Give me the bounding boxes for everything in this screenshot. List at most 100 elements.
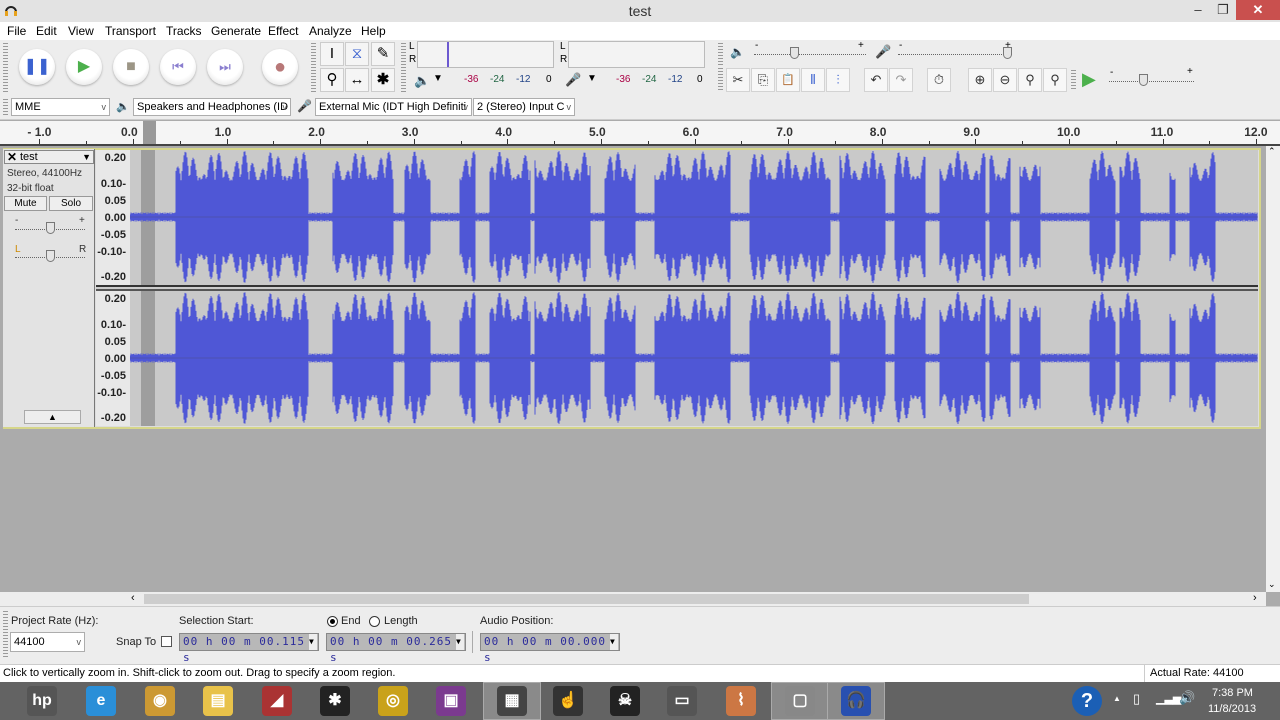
undo-button[interactable]: ↶: [864, 68, 888, 92]
multi-tool[interactable]: ✱: [371, 68, 395, 92]
slider-thumb[interactable]: [45, 250, 55, 262]
sync-lock-button[interactable]: ⏱: [927, 68, 951, 92]
scroll-right-icon[interactable]: ›: [1253, 592, 1257, 604]
track-menu-dropdown-icon[interactable]: ▼: [82, 152, 91, 162]
redo-button[interactable]: ↷: [889, 68, 913, 92]
zoom-tool[interactable]: ⚲: [320, 68, 344, 92]
toolbar-grip[interactable]: [3, 43, 8, 93]
vertical-ruler-right[interactable]: 0.20 0.10- 0.05 0.00 -0.05 -0.10- -0.20: [96, 291, 130, 426]
menu-effect[interactable]: Effect: [268, 24, 298, 38]
toolbar-grip[interactable]: [401, 43, 406, 93]
taskbar-hp-icon[interactable]: hp: [27, 686, 57, 716]
selection-end-field[interactable]: 00 h 00 m 00.265 s ▼: [326, 633, 466, 664]
trim-outside-button[interactable]: ✂: [726, 68, 750, 92]
battery-icon[interactable]: ▯: [1133, 691, 1140, 707]
project-rate-select[interactable]: 44100 v: [10, 632, 85, 652]
trim-audio-button[interactable]: ⫴: [801, 68, 825, 92]
toolbar-grip[interactable]: [3, 611, 8, 659]
vertical-ruler-left[interactable]: 0.20 0.10- 0.05 0.00 -0.05 -0.10- -0.20: [96, 150, 130, 285]
toolbar-grip[interactable]: [718, 68, 723, 90]
toolbar-grip[interactable]: [311, 43, 316, 93]
menu-tracks[interactable]: Tracks: [166, 24, 202, 38]
pause-button[interactable]: ❚❚: [19, 49, 55, 85]
taskbar-app-5-icon[interactable]: ◢: [262, 686, 292, 716]
end-radio[interactable]: [327, 616, 338, 627]
play-button[interactable]: ▶: [66, 49, 102, 85]
horizontal-scroll-thumb[interactable]: [144, 594, 1029, 604]
close-track-icon[interactable]: ✕: [7, 150, 17, 164]
taskbar-app-7-icon[interactable]: ◎: [378, 686, 408, 716]
fit-selection-button[interactable]: ⚲: [1018, 68, 1042, 92]
solo-button[interactable]: Solo: [49, 196, 93, 211]
minimize-button[interactable]: –: [1185, 0, 1211, 20]
tray-expand-icon[interactable]: ▲: [1113, 694, 1121, 703]
network-signal-icon[interactable]: ▁▃▅: [1156, 692, 1181, 705]
track-name-menu[interactable]: test: [20, 151, 38, 163]
input-channels-select[interactable]: 2 (Stereo) Input Cv: [473, 98, 575, 116]
chevron-down-icon[interactable]: ▼: [456, 634, 464, 650]
fit-project-button[interactable]: ⚲: [1043, 68, 1067, 92]
slider-thumb[interactable]: [1003, 47, 1012, 59]
audio-host-select[interactable]: MME v: [11, 98, 110, 116]
waveform-left-channel[interactable]: [130, 150, 1258, 285]
record-button[interactable]: ●: [262, 49, 298, 85]
scroll-left-icon[interactable]: ‹: [131, 592, 135, 604]
slider-thumb[interactable]: [790, 47, 800, 59]
gain-slider[interactable]: [15, 222, 85, 234]
input-device-select[interactable]: External Mic (IDT High Definiti v: [315, 98, 472, 116]
menu-edit[interactable]: Edit: [36, 24, 57, 38]
volume-icon[interactable]: 🔊: [1179, 690, 1195, 706]
menu-file[interactable]: File: [7, 24, 26, 38]
clock-time[interactable]: 7:38 PM: [1212, 687, 1253, 699]
output-device-select[interactable]: Speakers and Headphones (ID v: [133, 98, 291, 116]
taskbar-internet-explorer-icon[interactable]: e: [86, 686, 116, 716]
toolbar-grip[interactable]: [718, 43, 723, 65]
waveform-right-channel[interactable]: [130, 291, 1258, 426]
audio-position-field[interactable]: 00 h 00 m 00.000 s ▼: [480, 633, 620, 664]
taskbar-app-12-icon[interactable]: ▭: [667, 686, 697, 716]
selection-start-field[interactable]: 00 h 00 m 00.115 s ▼: [179, 633, 319, 664]
toolbar-grip[interactable]: [3, 99, 8, 117]
stop-button[interactable]: ■: [113, 49, 149, 85]
collapse-track-button[interactable]: ▲: [24, 410, 81, 424]
menu-help[interactable]: Help: [361, 24, 386, 38]
taskbar-app-11-icon[interactable]: ☠: [610, 686, 640, 716]
taskbar-app-6-icon[interactable]: ✱: [320, 686, 350, 716]
taskbar-app-10-icon[interactable]: ☝: [553, 686, 583, 716]
length-radio[interactable]: [369, 616, 380, 627]
scroll-up-icon[interactable]: ⌃: [1268, 146, 1276, 157]
taskbar-app-14-icon[interactable]: ▢: [785, 686, 815, 716]
zoom-in-button[interactable]: ⊕: [968, 68, 992, 92]
toolbar-grip[interactable]: [1071, 70, 1076, 90]
menu-transport[interactable]: Transport: [105, 24, 156, 38]
close-button[interactable]: ✕: [1236, 0, 1280, 20]
horizontal-scrollbar[interactable]: ‹ ›: [0, 592, 1266, 606]
playback-meter[interactable]: [417, 41, 554, 68]
clock-date[interactable]: 11/8/2013: [1208, 703, 1256, 715]
menu-analyze[interactable]: Analyze: [309, 24, 352, 38]
timeshift-tool[interactable]: ↔: [345, 68, 369, 92]
taskbar-ccleaner-icon[interactable]: ⌇: [726, 686, 756, 716]
silence-audio-button[interactable]: ⫶: [826, 68, 850, 92]
taskbar-file-explorer-icon[interactable]: ▤: [203, 686, 233, 716]
help-icon[interactable]: ?: [1072, 686, 1102, 716]
mute-button[interactable]: Mute: [4, 196, 47, 211]
taskbar-app-8-icon[interactable]: ▣: [436, 686, 466, 716]
slider-thumb[interactable]: [1139, 74, 1149, 86]
selection-tool[interactable]: I: [320, 42, 344, 66]
play-speed-slider[interactable]: [1109, 74, 1194, 86]
zoom-out-button[interactable]: ⊖: [993, 68, 1017, 92]
taskbar-app-9-icon[interactable]: ▦: [497, 686, 527, 716]
snap-to-checkbox[interactable]: [161, 636, 172, 647]
record-meter-dropdown[interactable]: ▼: [587, 73, 597, 84]
pan-slider[interactable]: [15, 250, 85, 262]
draw-tool[interactable]: ✎: [371, 42, 395, 66]
envelope-tool[interactable]: ⧖: [345, 42, 369, 66]
slider-thumb[interactable]: [45, 222, 55, 234]
playback-volume-slider[interactable]: [754, 47, 866, 59]
record-meter[interactable]: [568, 41, 705, 68]
chevron-down-icon[interactable]: ▼: [610, 634, 618, 650]
timeline-ruler[interactable]: - 1.0 0.0 1.0 2.0 3.0 4.0 5.0 6.0 7.0 8.0 9.0 10.0 1…: [0, 121, 1280, 146]
paste-button[interactable]: 📋: [776, 68, 800, 92]
copy-button[interactable]: ⎘: [751, 68, 775, 92]
